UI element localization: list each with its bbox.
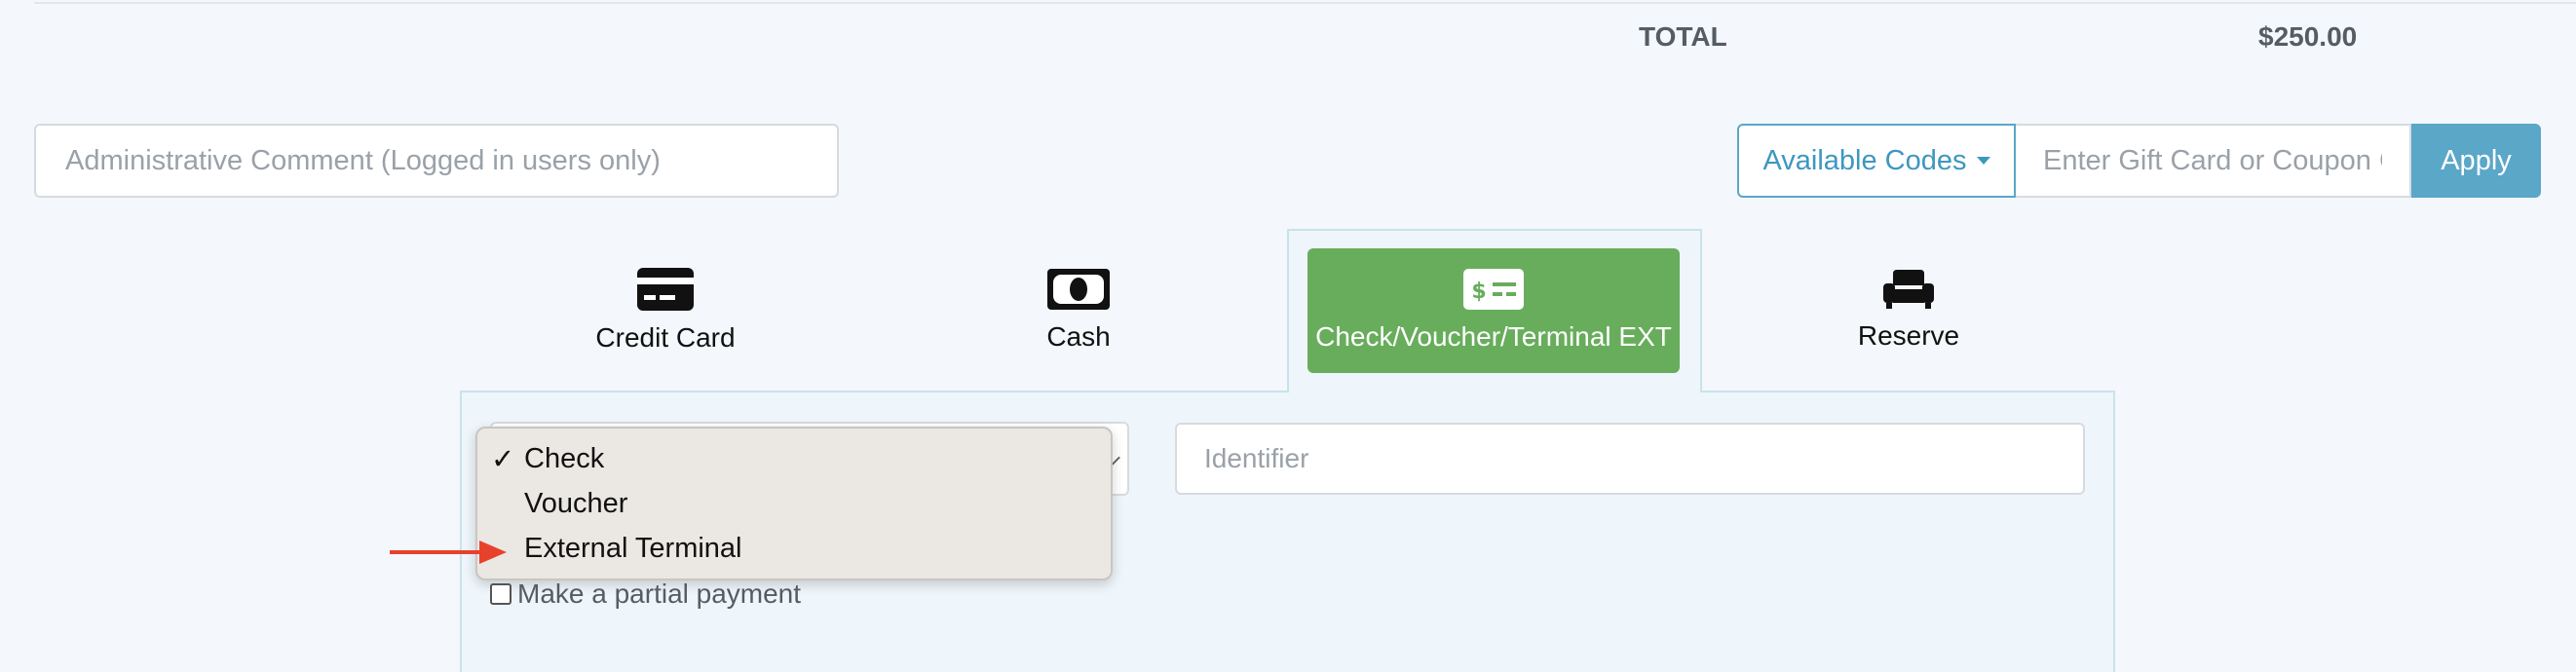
option-label: Check <box>524 442 605 474</box>
option-voucher[interactable]: Voucher <box>477 481 1111 526</box>
tab-cash-label: Cash <box>1046 321 1111 352</box>
apply-button[interactable]: Apply <box>2411 124 2541 198</box>
total-label: TOTAL <box>1639 21 1727 52</box>
caret-down-icon <box>1976 157 1990 165</box>
summary-divider <box>34 2 2576 4</box>
money-check-icon: $ <box>1463 269 1524 310</box>
partial-payment-label: Make a partial payment <box>517 579 802 609</box>
tab-check-voucher-terminal[interactable]: $ Check/Voucher/Terminal EXT <box>1307 248 1680 373</box>
tab-reserve-label: Reserve <box>1857 320 1960 351</box>
red-arrow-icon <box>390 541 507 564</box>
option-external-terminal[interactable]: External Terminal <box>477 526 1111 571</box>
available-codes-button[interactable]: Available Codes <box>1737 124 2016 198</box>
tab-check-voucher-terminal-label: Check/Voucher/Terminal EXT <box>1315 321 1672 352</box>
tab-reserve[interactable]: Reserve <box>1723 248 2095 373</box>
svg-text:$: $ <box>1471 280 1486 304</box>
identifier-input[interactable] <box>1175 423 2085 495</box>
payment-method-dropdown: ✓ Check Voucher External Terminal <box>475 427 1113 580</box>
couch-icon <box>1883 270 1934 309</box>
option-label: Voucher <box>524 487 628 519</box>
tab-cash[interactable]: Cash <box>892 248 1265 373</box>
total-value: $250.00 <box>2258 21 2358 52</box>
gift-card-coupon-input[interactable] <box>2016 124 2411 198</box>
admin-comment-input[interactable] <box>34 124 839 198</box>
tab-credit-card-label: Credit Card <box>595 322 736 353</box>
checkmark-icon: ✓ <box>491 444 515 475</box>
available-codes-label: Available Codes <box>1762 144 1967 176</box>
credit-card-icon <box>637 268 694 311</box>
option-label: External Terminal <box>524 532 742 564</box>
partial-payment-row: Make a partial payment <box>490 579 801 610</box>
option-check[interactable]: ✓ Check <box>477 436 1111 481</box>
partial-payment-checkbox[interactable] <box>490 583 511 605</box>
tab-credit-card[interactable]: Credit Card <box>479 248 852 373</box>
money-bill-icon <box>1047 269 1110 310</box>
